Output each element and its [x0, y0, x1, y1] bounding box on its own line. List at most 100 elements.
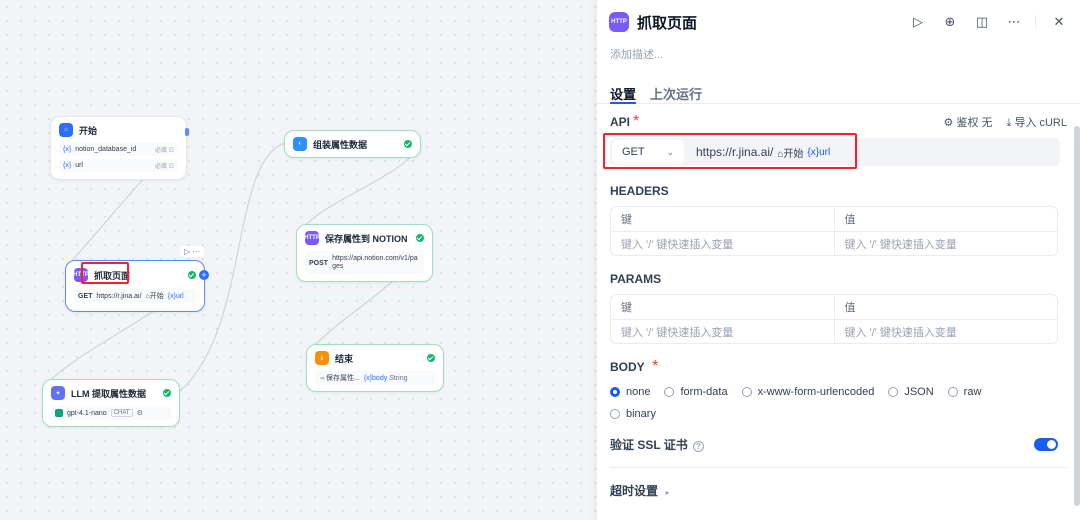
- radio-label: binary: [626, 408, 656, 420]
- node-title: 结束: [335, 353, 354, 364]
- auth-button[interactable]: ⚙ 鉴权 无: [944, 114, 993, 130]
- http-icon: HTTP: [609, 12, 629, 32]
- close-icon[interactable]: ✕: [1050, 13, 1068, 31]
- header-key-input[interactable]: 键入 '/' 键快速插入变量: [611, 232, 834, 255]
- var-chip: {x}url: [167, 292, 184, 300]
- http-icon: HTTP: [304, 231, 320, 245]
- radio-icon: [610, 409, 620, 419]
- body-option-binary[interactable]: binary: [610, 408, 1067, 420]
- fetch-url-row: GET https://r.jina.ai/ ⌂开始 {x}url: [74, 289, 196, 303]
- add-node-icon[interactable]: +: [199, 270, 209, 280]
- start-node[interactable]: ⌂ 开始 {x} notion_database_id 必填 ☷ {x} url…: [50, 116, 189, 180]
- radio-icon: [947, 387, 958, 397]
- edge-assemble-save: [296, 144, 421, 236]
- variable-icon: {x}: [63, 146, 72, 153]
- model-row: gpt-4.1-nano CHAT ⚙: [51, 406, 171, 420]
- radio-icon: [610, 387, 620, 397]
- ssl-row: 验证 SSL 证书?: [597, 436, 1080, 453]
- body-option-none[interactable]: none: [610, 386, 650, 398]
- start-var-row: {x} url 必填 ☷: [59, 159, 178, 172]
- timeout-section[interactable]: 超时设置 ▸: [597, 482, 1080, 500]
- headers-label: HEADERS: [610, 184, 669, 198]
- settings-icon: ⚙: [136, 410, 143, 417]
- timeout-label: 超时设置: [610, 484, 659, 498]
- ssl-label: 验证 SSL 证书?: [610, 436, 704, 453]
- help-icon[interactable]: ?: [692, 441, 704, 452]
- radio-label: x-www-form-urlencoded: [757, 386, 875, 398]
- node-toolbar[interactable]: ▷ ···: [180, 246, 205, 257]
- body-option-urlencoded[interactable]: x-www-form-urlencoded: [741, 386, 875, 398]
- method-label: POST: [309, 259, 329, 267]
- import-curl-button[interactable]: ⤓ 导入 cURL: [1007, 114, 1067, 130]
- body-option-json[interactable]: JSON: [888, 386, 934, 398]
- var-source: ⇔保存属性...: [319, 375, 360, 382]
- success-check-icon: [188, 271, 196, 279]
- body-option-form-data[interactable]: form-data: [664, 386, 728, 398]
- headers-table: 键 值 键入 '/' 键快速插入变量 键入 '/' 键快速插入变量: [610, 206, 1058, 256]
- panel-header: HTTP 抓取页面 ▷ ⊕ ◫ ⋯ ✕: [597, 0, 1080, 44]
- node-title: 组装属性数据: [313, 139, 368, 150]
- output-handle[interactable]: [185, 128, 189, 136]
- start-var-row: {x} notion_database_id 必填 ☷: [59, 143, 178, 156]
- openai-icon: [55, 409, 63, 417]
- caret-right-icon: ▸: [665, 488, 670, 497]
- end-node[interactable]: ⇩ 结束 ⇔保存属性... {x} body String: [306, 344, 444, 392]
- end-icon: ⇩: [315, 351, 329, 365]
- params-table: 键 值 键入 '/' 键快速插入变量 键入 '/' 键快速插入变量: [610, 294, 1058, 344]
- header-value-input[interactable]: 键入 '/' 键快速插入变量: [833, 232, 1058, 255]
- scrollbar[interactable]: [1074, 126, 1080, 506]
- var-tag: 必填 ☷: [154, 148, 174, 154]
- save-notion-node[interactable]: HTTP 保存属性到 NOTION POST https://api.notio…: [296, 224, 433, 282]
- highlight-box: [81, 262, 129, 284]
- assemble-node[interactable]: ◐ 组装属性数据: [284, 130, 421, 158]
- panel-title[interactable]: 抓取页面: [637, 12, 895, 33]
- import-label: 导入 cURL: [1014, 117, 1067, 129]
- tab-settings[interactable]: 设置: [610, 74, 637, 104]
- success-check-icon: [404, 140, 412, 148]
- success-check-icon: [163, 389, 171, 397]
- tab-last-run[interactable]: 上次运行: [650, 74, 702, 103]
- more-icon[interactable]: ⋯: [1005, 13, 1023, 31]
- url-text: https://api.notion.com/v1/pages: [332, 255, 418, 270]
- start-chip: ⌂开始: [145, 293, 164, 300]
- ssl-label-text: 验证 SSL 证书: [610, 438, 688, 452]
- var-name: notion_database_id: [75, 146, 137, 153]
- gear-icon: ⚙: [943, 117, 957, 129]
- radio-icon: [664, 387, 675, 397]
- var-tag: 必填 ☷: [154, 164, 174, 170]
- node-title: LLM 提取属性数据: [71, 388, 146, 399]
- key-column-header: 键: [621, 214, 632, 226]
- body-label: BODY: [610, 360, 645, 374]
- required-mark: *: [633, 113, 640, 130]
- url-text: https://r.jina.ai/: [96, 292, 142, 300]
- workflow-canvas[interactable]: ⌂ 开始 {x} notion_database_id 必填 ☷ {x} url…: [0, 0, 600, 520]
- success-check-icon: [427, 354, 435, 362]
- crosshair-icon[interactable]: ⊕: [941, 13, 959, 31]
- node-title: 保存属性到 NOTION: [325, 233, 408, 244]
- radio-icon: [888, 387, 899, 397]
- ssl-toggle[interactable]: [1034, 438, 1058, 451]
- book-icon[interactable]: ◫: [973, 13, 991, 31]
- variable-icon: {x}: [363, 374, 373, 382]
- save-url-row: POST https://api.notion.com/v1/pages: [305, 251, 424, 275]
- description-input[interactable]: 添加描述...: [597, 46, 1080, 64]
- run-icon[interactable]: ▷: [909, 13, 927, 31]
- llm-node[interactable]: ✦ LLM 提取属性数据 gpt-4.1-nano CHAT ⚙: [42, 379, 180, 427]
- highlight-box: [603, 133, 857, 169]
- auth-label: 鉴权 无: [956, 117, 993, 129]
- radio-label: raw: [963, 386, 982, 398]
- node-title: 开始: [79, 125, 98, 136]
- param-value-input[interactable]: 键入 '/' 键快速插入变量: [833, 320, 1058, 343]
- api-header-row: API * ⚙ 鉴权 无 ⤓ 导入 cURL: [597, 113, 1080, 130]
- var-type: String: [389, 374, 408, 382]
- model-badge: CHAT: [110, 409, 133, 417]
- llm-icon: ✦: [51, 386, 65, 400]
- panel-tabs: 设置 上次运行: [597, 74, 1080, 104]
- param-key-input[interactable]: 键入 '/' 键快速插入变量: [611, 320, 834, 343]
- radio-label: form-data: [680, 386, 728, 398]
- radio-label: none: [626, 386, 651, 398]
- success-check-icon: [416, 234, 424, 242]
- body-option-raw[interactable]: raw: [947, 386, 982, 398]
- key-column-header: 键: [621, 302, 632, 314]
- model-name: gpt-4.1-nano: [67, 409, 107, 417]
